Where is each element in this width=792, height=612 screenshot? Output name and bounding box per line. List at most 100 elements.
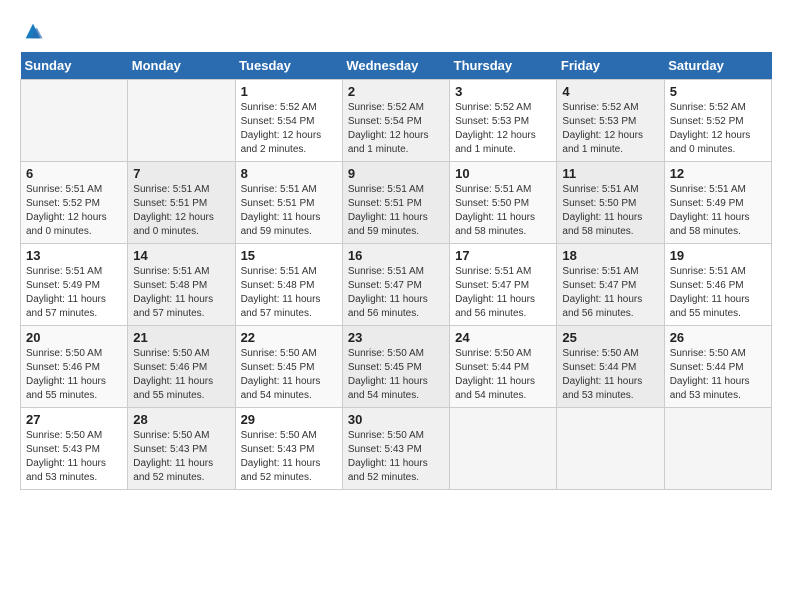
day-info: Sunrise: 5:50 AM Sunset: 5:43 PM Dayligh…	[348, 429, 444, 485]
day-info: Sunrise: 5:51 AM Sunset: 5:50 PM Dayligh…	[455, 183, 551, 239]
day-number: 21	[133, 330, 229, 345]
calendar-cell: 9 Sunrise: 5:51 AM Sunset: 5:51 PM Daylig…	[342, 162, 449, 244]
logo-icon	[22, 20, 44, 42]
day-info: Sunrise: 5:51 AM Sunset: 5:46 PM Dayligh…	[670, 265, 766, 321]
day-number: 18	[562, 248, 658, 263]
weekday-header: Saturday	[664, 52, 771, 80]
day-info: Sunrise: 5:50 AM Sunset: 5:46 PM Dayligh…	[26, 347, 122, 403]
day-info: Sunrise: 5:51 AM Sunset: 5:47 PM Dayligh…	[562, 265, 658, 321]
calendar-cell: 16 Sunrise: 5:51 AM Sunset: 5:47 PM Dayli…	[342, 244, 449, 326]
day-info: Sunrise: 5:50 AM Sunset: 5:44 PM Dayligh…	[562, 347, 658, 403]
calendar-table: SundayMondayTuesdayWednesdayThursdayFrid…	[20, 52, 772, 490]
calendar-week-row: 13 Sunrise: 5:51 AM Sunset: 5:49 PM Dayli…	[21, 244, 772, 326]
day-info: Sunrise: 5:50 AM Sunset: 5:46 PM Dayligh…	[133, 347, 229, 403]
calendar-cell: 30 Sunrise: 5:50 AM Sunset: 5:43 PM Dayli…	[342, 408, 449, 490]
day-info: Sunrise: 5:51 AM Sunset: 5:48 PM Dayligh…	[133, 265, 229, 321]
calendar-cell: 6 Sunrise: 5:51 AM Sunset: 5:52 PM Daylig…	[21, 162, 128, 244]
calendar-cell: 24Sunrise: 5:50 AM Sunset: 5:44 PM Dayli…	[450, 326, 557, 408]
day-info: Sunrise: 5:51 AM Sunset: 5:51 PM Dayligh…	[348, 183, 444, 239]
calendar-cell: 26 Sunrise: 5:50 AM Sunset: 5:44 PM Dayli…	[664, 326, 771, 408]
day-info: Sunrise: 5:51 AM Sunset: 5:52 PM Dayligh…	[26, 183, 122, 239]
weekday-header: Sunday	[21, 52, 128, 80]
day-number: 23	[348, 330, 444, 345]
calendar-cell: 7 Sunrise: 5:51 AM Sunset: 5:51 PM Daylig…	[128, 162, 235, 244]
calendar-week-row: 20 Sunrise: 5:50 AM Sunset: 5:46 PM Dayli…	[21, 326, 772, 408]
day-number: 11	[562, 166, 658, 181]
day-info: Sunrise: 5:51 AM Sunset: 5:51 PM Dayligh…	[133, 183, 229, 239]
calendar-week-row: 27 Sunrise: 5:50 AM Sunset: 5:43 PM Dayli…	[21, 408, 772, 490]
day-number: 30	[348, 412, 444, 427]
day-number: 2	[348, 84, 444, 99]
day-info: Sunrise: 5:52 AM Sunset: 5:52 PM Dayligh…	[670, 101, 766, 157]
day-number: 15	[241, 248, 337, 263]
day-info: Sunrise: 5:50 AM Sunset: 5:45 PM Dayligh…	[241, 347, 337, 403]
day-info: Sunrise: 5:51 AM Sunset: 5:49 PM Dayligh…	[26, 265, 122, 321]
calendar-cell: 15Sunrise: 5:51 AM Sunset: 5:48 PM Dayli…	[235, 244, 342, 326]
day-info: Sunrise: 5:50 AM Sunset: 5:45 PM Dayligh…	[348, 347, 444, 403]
day-number: 16	[348, 248, 444, 263]
day-number: 8	[241, 166, 337, 181]
day-info: Sunrise: 5:51 AM Sunset: 5:51 PM Dayligh…	[241, 183, 337, 239]
calendar-cell: 1Sunrise: 5:52 AM Sunset: 5:54 PM Daylig…	[235, 80, 342, 162]
day-number: 5	[670, 84, 766, 99]
day-info: Sunrise: 5:52 AM Sunset: 5:53 PM Dayligh…	[455, 101, 551, 157]
calendar-cell: 29 Sunrise: 5:50 AM Sunset: 5:43 PM Dayli…	[235, 408, 342, 490]
day-number: 28	[133, 412, 229, 427]
calendar-cell: 27Sunrise: 5:50 AM Sunset: 5:43 PM Dayli…	[21, 408, 128, 490]
weekday-header: Tuesday	[235, 52, 342, 80]
calendar-cell	[21, 80, 128, 162]
day-info: Sunrise: 5:50 AM Sunset: 5:43 PM Dayligh…	[133, 429, 229, 485]
day-number: 25	[562, 330, 658, 345]
day-number: 26	[670, 330, 766, 345]
calendar-cell: 5 Sunrise: 5:52 AM Sunset: 5:52 PM Daylig…	[664, 80, 771, 162]
calendar-cell: 18 Sunrise: 5:51 AM Sunset: 5:47 PM Dayli…	[557, 244, 664, 326]
calendar-cell: 20 Sunrise: 5:50 AM Sunset: 5:46 PM Dayli…	[21, 326, 128, 408]
calendar-week-row: 1 Sunrise: 5:52 AM Sunset: 5:54 PM Daylig…	[21, 80, 772, 162]
day-number: 1	[241, 84, 337, 99]
calendar-cell	[557, 408, 664, 490]
calendar-cell	[450, 408, 557, 490]
day-number: 27	[26, 412, 122, 427]
day-info: Sunrise: 5:51 AM Sunset: 5:50 PM Dayligh…	[562, 183, 658, 239]
day-info: Sunrise: 5:50 AM Sunset: 5:44 PM Dayligh…	[670, 347, 766, 403]
day-info: Sunrise: 5:52 AM Sunset: 5:54 PM Dayligh…	[348, 101, 444, 157]
calendar-cell: 21 Sunrise: 5:50 AM Sunset: 5:46 PM Dayli…	[128, 326, 235, 408]
day-number: 12	[670, 166, 766, 181]
page-header	[20, 20, 772, 42]
weekday-header: Monday	[128, 52, 235, 80]
day-info: Sunrise: 5:52 AM Sunset: 5:53 PM Dayligh…	[562, 101, 658, 157]
calendar-cell: 14Sunrise: 5:51 AM Sunset: 5:48 PM Dayli…	[128, 244, 235, 326]
calendar-cell: 11 Sunrise: 5:51 AM Sunset: 5:50 PM Dayli…	[557, 162, 664, 244]
day-number: 17	[455, 248, 551, 263]
day-info: Sunrise: 5:50 AM Sunset: 5:43 PM Dayligh…	[241, 429, 337, 485]
day-number: 9	[348, 166, 444, 181]
day-number: 13	[26, 248, 122, 263]
day-number: 20	[26, 330, 122, 345]
calendar-cell: 23 Sunrise: 5:50 AM Sunset: 5:45 PM Dayli…	[342, 326, 449, 408]
weekday-header: Friday	[557, 52, 664, 80]
day-number: 29	[241, 412, 337, 427]
day-info: Sunrise: 5:51 AM Sunset: 5:47 PM Dayligh…	[455, 265, 551, 321]
day-number: 19	[670, 248, 766, 263]
calendar-cell: 8 Sunrise: 5:51 AM Sunset: 5:51 PM Daylig…	[235, 162, 342, 244]
calendar-cell: 19 Sunrise: 5:51 AM Sunset: 5:46 PM Dayli…	[664, 244, 771, 326]
day-number: 3	[455, 84, 551, 99]
day-number: 7	[133, 166, 229, 181]
calendar-cell: 12Sunrise: 5:51 AM Sunset: 5:49 PM Dayli…	[664, 162, 771, 244]
day-number: 22	[241, 330, 337, 345]
calendar-week-row: 6 Sunrise: 5:51 AM Sunset: 5:52 PM Daylig…	[21, 162, 772, 244]
weekday-header: Thursday	[450, 52, 557, 80]
day-number: 10	[455, 166, 551, 181]
day-number: 6	[26, 166, 122, 181]
calendar-cell: 10 Sunrise: 5:51 AM Sunset: 5:50 PM Dayli…	[450, 162, 557, 244]
day-info: Sunrise: 5:51 AM Sunset: 5:47 PM Dayligh…	[348, 265, 444, 321]
weekday-header: Wednesday	[342, 52, 449, 80]
day-info: Sunrise: 5:50 AM Sunset: 5:44 PM Dayligh…	[455, 347, 551, 403]
calendar-cell	[128, 80, 235, 162]
calendar-cell	[664, 408, 771, 490]
calendar-cell: 17 Sunrise: 5:51 AM Sunset: 5:47 PM Dayli…	[450, 244, 557, 326]
calendar-cell: 3 Sunrise: 5:52 AM Sunset: 5:53 PM Daylig…	[450, 80, 557, 162]
logo	[20, 20, 44, 42]
weekday-header-row: SundayMondayTuesdayWednesdayThursdayFrid…	[21, 52, 772, 80]
calendar-cell: 28 Sunrise: 5:50 AM Sunset: 5:43 PM Dayli…	[128, 408, 235, 490]
